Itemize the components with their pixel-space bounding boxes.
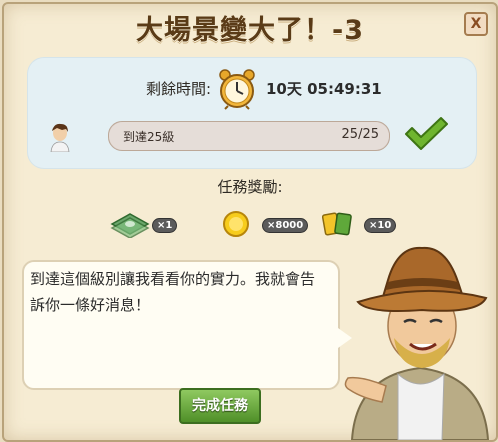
time-remaining-label: 剩餘時間: [146,80,212,98]
reward-cash: ×1 [110,210,180,240]
quest-dialog: 大場景變大了！-3 X 剩餘時間: 10天 05:49:31 到達25級 25/… [2,2,498,442]
close-button[interactable]: X [464,12,488,36]
task-label: 到達25級 [123,130,175,144]
complete-task-button[interactable]: 完成任務 [179,388,261,424]
task-progress-bar: 到達25級 25/25 [108,121,390,151]
cowboy-character-icon [344,246,490,440]
speech-text: 到達這個級別讓我看看你的實力。我就會告訴你一條好消息！ [30,270,316,314]
task-progress-count: 25/25 [341,127,379,142]
alarm-clock-icon [219,69,255,110]
rewards-title: 任務獎勵: [217,178,283,196]
dialog-title: 大場景變大了！-3 [136,15,364,46]
xp-card-icon [322,212,352,236]
reward-xp-count: ×10 [364,218,397,233]
time-remaining-value: 10天 05:49:31 [266,80,382,98]
speech-bubble: 到達這個級別讓我看看你的實力。我就會告訴你一條好消息！ [22,260,352,390]
reward-coins: ×8000 [222,210,312,240]
reward-coins-count: ×8000 [262,218,309,233]
timer-row: 剩餘時間: 10天 05:49:31 [28,68,476,112]
task-info-panel: 剩餘時間: 10天 05:49:31 到達25級 25/25 [28,58,476,168]
checkmark-icon [405,117,448,150]
coin-icon [223,211,249,237]
player-avatar-icon [50,123,70,152]
reward-xp: ×10 [322,210,402,240]
reward-cash-count: ×1 [152,218,178,233]
cash-icon [110,213,150,238]
